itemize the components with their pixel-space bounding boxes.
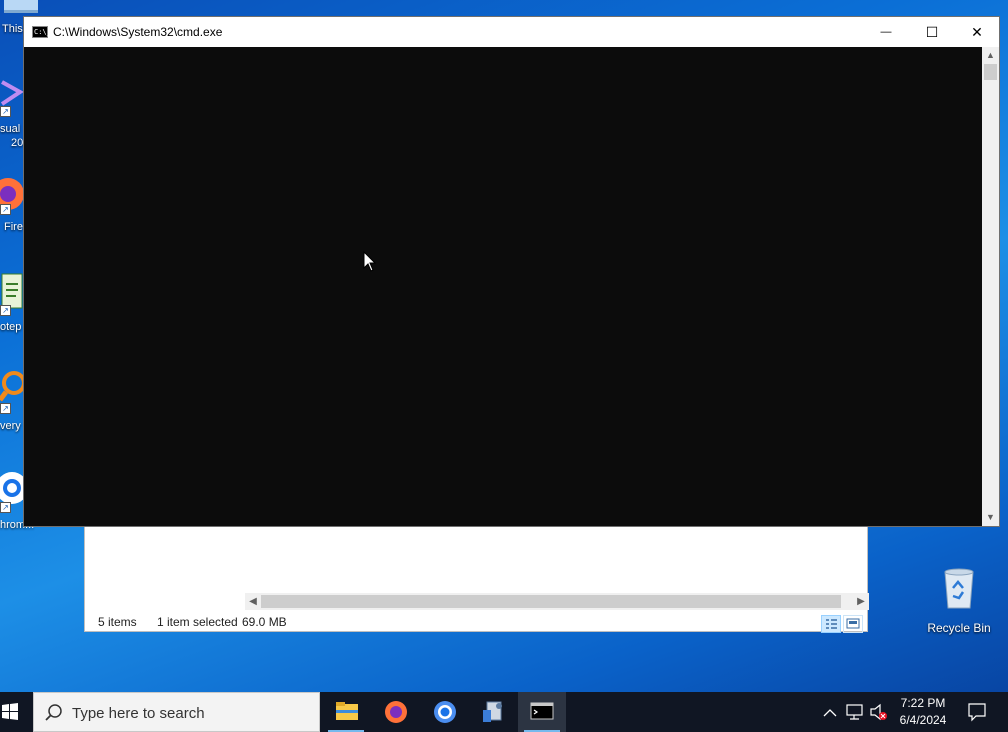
search-icon: [45, 704, 62, 721]
taskbar: Type here to search 7:22 PM 6/4/2024: [0, 692, 1008, 732]
horizontal-scrollbar[interactable]: ◀ ▶: [245, 593, 869, 610]
window-title: C:\Windows\System32\cmd.exe: [53, 25, 223, 39]
taskbar-settings-app[interactable]: [469, 692, 517, 732]
scrollbar-thumb[interactable]: [984, 64, 997, 80]
control-panel-icon: [483, 701, 502, 722]
maximize-button[interactable]: ☐: [909, 17, 955, 47]
action-center-button[interactable]: [962, 692, 992, 732]
status-selected: 1 item selected: [157, 615, 238, 629]
scrollbar-thumb[interactable]: [261, 595, 841, 608]
recycle-bin-icon: [944, 568, 974, 609]
desktop-icon-label: otep: [0, 321, 22, 333]
minimize-button[interactable]: —: [863, 17, 909, 47]
scroll-right-icon[interactable]: ▶: [853, 593, 869, 610]
status-bar: 5 items 1 item selected 69.0 MB: [85, 611, 869, 633]
cmd-window[interactable]: C:\_ C:\Windows\System32\cmd.exe — ☐ ✕ ▲…: [23, 16, 1000, 527]
taskbar-chrome[interactable]: [421, 692, 469, 732]
details-view-button[interactable]: [821, 615, 841, 633]
clock-date: 6/4/2024: [899, 713, 947, 727]
recycle-bin-label: Recycle Bin: [927, 621, 991, 635]
shortcut-arrow-icon: ↗: [0, 403, 11, 414]
scroll-up-icon[interactable]: ▲: [982, 47, 999, 64]
desktop-icon-label: very: [0, 420, 21, 432]
taskbar-file-explorer[interactable]: [322, 692, 370, 732]
chevron-up-icon: [823, 709, 837, 717]
command-prompt-icon: [530, 702, 554, 720]
large-icons-view-button[interactable]: [843, 615, 863, 633]
cmd-app-icon[interactable]: C:\_: [32, 26, 51, 38]
desktop-icon-label: This: [2, 23, 23, 35]
cmd-title-bar[interactable]: C:\_ C:\Windows\System32\cmd.exe — ☐ ✕: [24, 17, 999, 47]
scroll-left-icon[interactable]: ◀: [245, 593, 261, 610]
taskbar-command-prompt[interactable]: [518, 692, 566, 732]
taskbar-clock[interactable]: 7:22 PM 6/4/2024: [882, 695, 964, 729]
desktop-icon-label: sual: [0, 123, 21, 135]
notification-icon: [968, 703, 986, 722]
show-hidden-icons-button[interactable]: [820, 692, 840, 732]
network-tray-button[interactable]: [844, 692, 866, 732]
firefox-icon: [385, 701, 407, 723]
this-pc-icon: [4, 0, 38, 13]
status-size: 69.0 MB: [242, 615, 287, 629]
shortcut-arrow-icon: ↗: [0, 305, 11, 316]
shortcut-arrow-icon: ↗: [0, 204, 11, 215]
status-item-count: 5 items: [98, 615, 137, 629]
shortcut-arrow-icon: ↗: [0, 502, 11, 513]
clock-time: 7:22 PM: [900, 696, 946, 710]
mouse-pointer-icon: [363, 251, 377, 272]
close-button[interactable]: ✕: [954, 17, 1000, 47]
file-explorer-icon: [336, 702, 358, 720]
desktop-icon-label-line2: 20: [11, 137, 24, 149]
vertical-scrollbar[interactable]: ▲ ▼: [982, 47, 999, 526]
windows-logo-icon: [2, 703, 18, 720]
desktop-icon-recycle-bin[interactable]: Recycle Bin: [922, 566, 996, 635]
chrome-icon: [434, 701, 456, 723]
taskbar-firefox[interactable]: [372, 692, 420, 732]
taskbar-search-box[interactable]: Type here to search: [33, 692, 320, 732]
desktop-icon-label: Fire: [4, 221, 23, 233]
large-icons-view-icon: [846, 618, 860, 629]
start-button[interactable]: [0, 692, 32, 732]
network-icon: [846, 704, 863, 720]
visual-studio-icon: [0, 80, 24, 106]
console-output-area[interactable]: [24, 47, 982, 526]
details-view-icon: [826, 619, 837, 629]
scroll-down-icon[interactable]: ▼: [982, 509, 999, 526]
shortcut-arrow-icon: ↗: [0, 106, 11, 117]
search-placeholder: Type here to search: [72, 705, 205, 722]
